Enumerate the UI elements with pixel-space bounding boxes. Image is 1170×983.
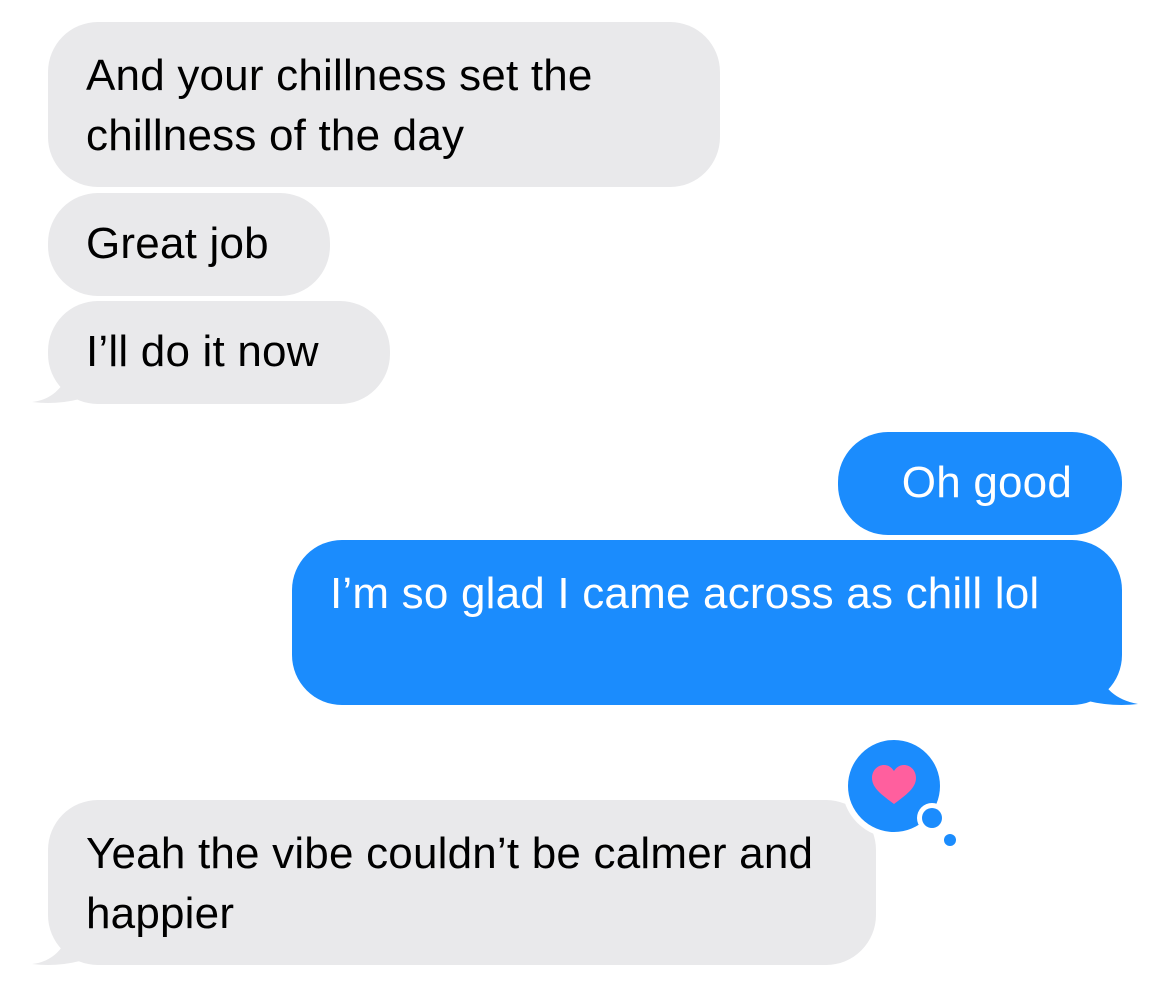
tapback-reaction[interactable] (838, 734, 968, 854)
message-text: I’ll do it now (86, 327, 319, 376)
message-text: Yeah the vibe couldn’t be calmer and hap… (86, 829, 814, 938)
message-text: Oh good (901, 458, 1072, 507)
outgoing-bubble-tail (1088, 668, 1138, 705)
incoming-message-bubble[interactable]: I’ll do it now (48, 301, 390, 404)
message-text: And your chillness set the chillness of … (86, 51, 593, 160)
incoming-bubble-tail (32, 366, 80, 403)
message-text: I’m so glad I came across as chill lol (330, 569, 1040, 618)
message-thread: And your chillness set the chillness of … (0, 0, 1170, 983)
message-text: Great job (86, 219, 269, 268)
incoming-bubble-tail (32, 928, 80, 965)
outgoing-message-bubble[interactable]: I’m so glad I came across as chill lol (292, 540, 1122, 705)
outgoing-message-bubble[interactable]: Oh good (838, 432, 1122, 535)
incoming-message-bubble[interactable]: Great job (48, 193, 330, 296)
heart-reaction-badge (842, 734, 959, 849)
incoming-message-bubble[interactable]: And your chillness set the chillness of … (48, 22, 720, 187)
incoming-message-bubble[interactable]: Yeah the vibe couldn’t be calmer and hap… (48, 800, 876, 965)
